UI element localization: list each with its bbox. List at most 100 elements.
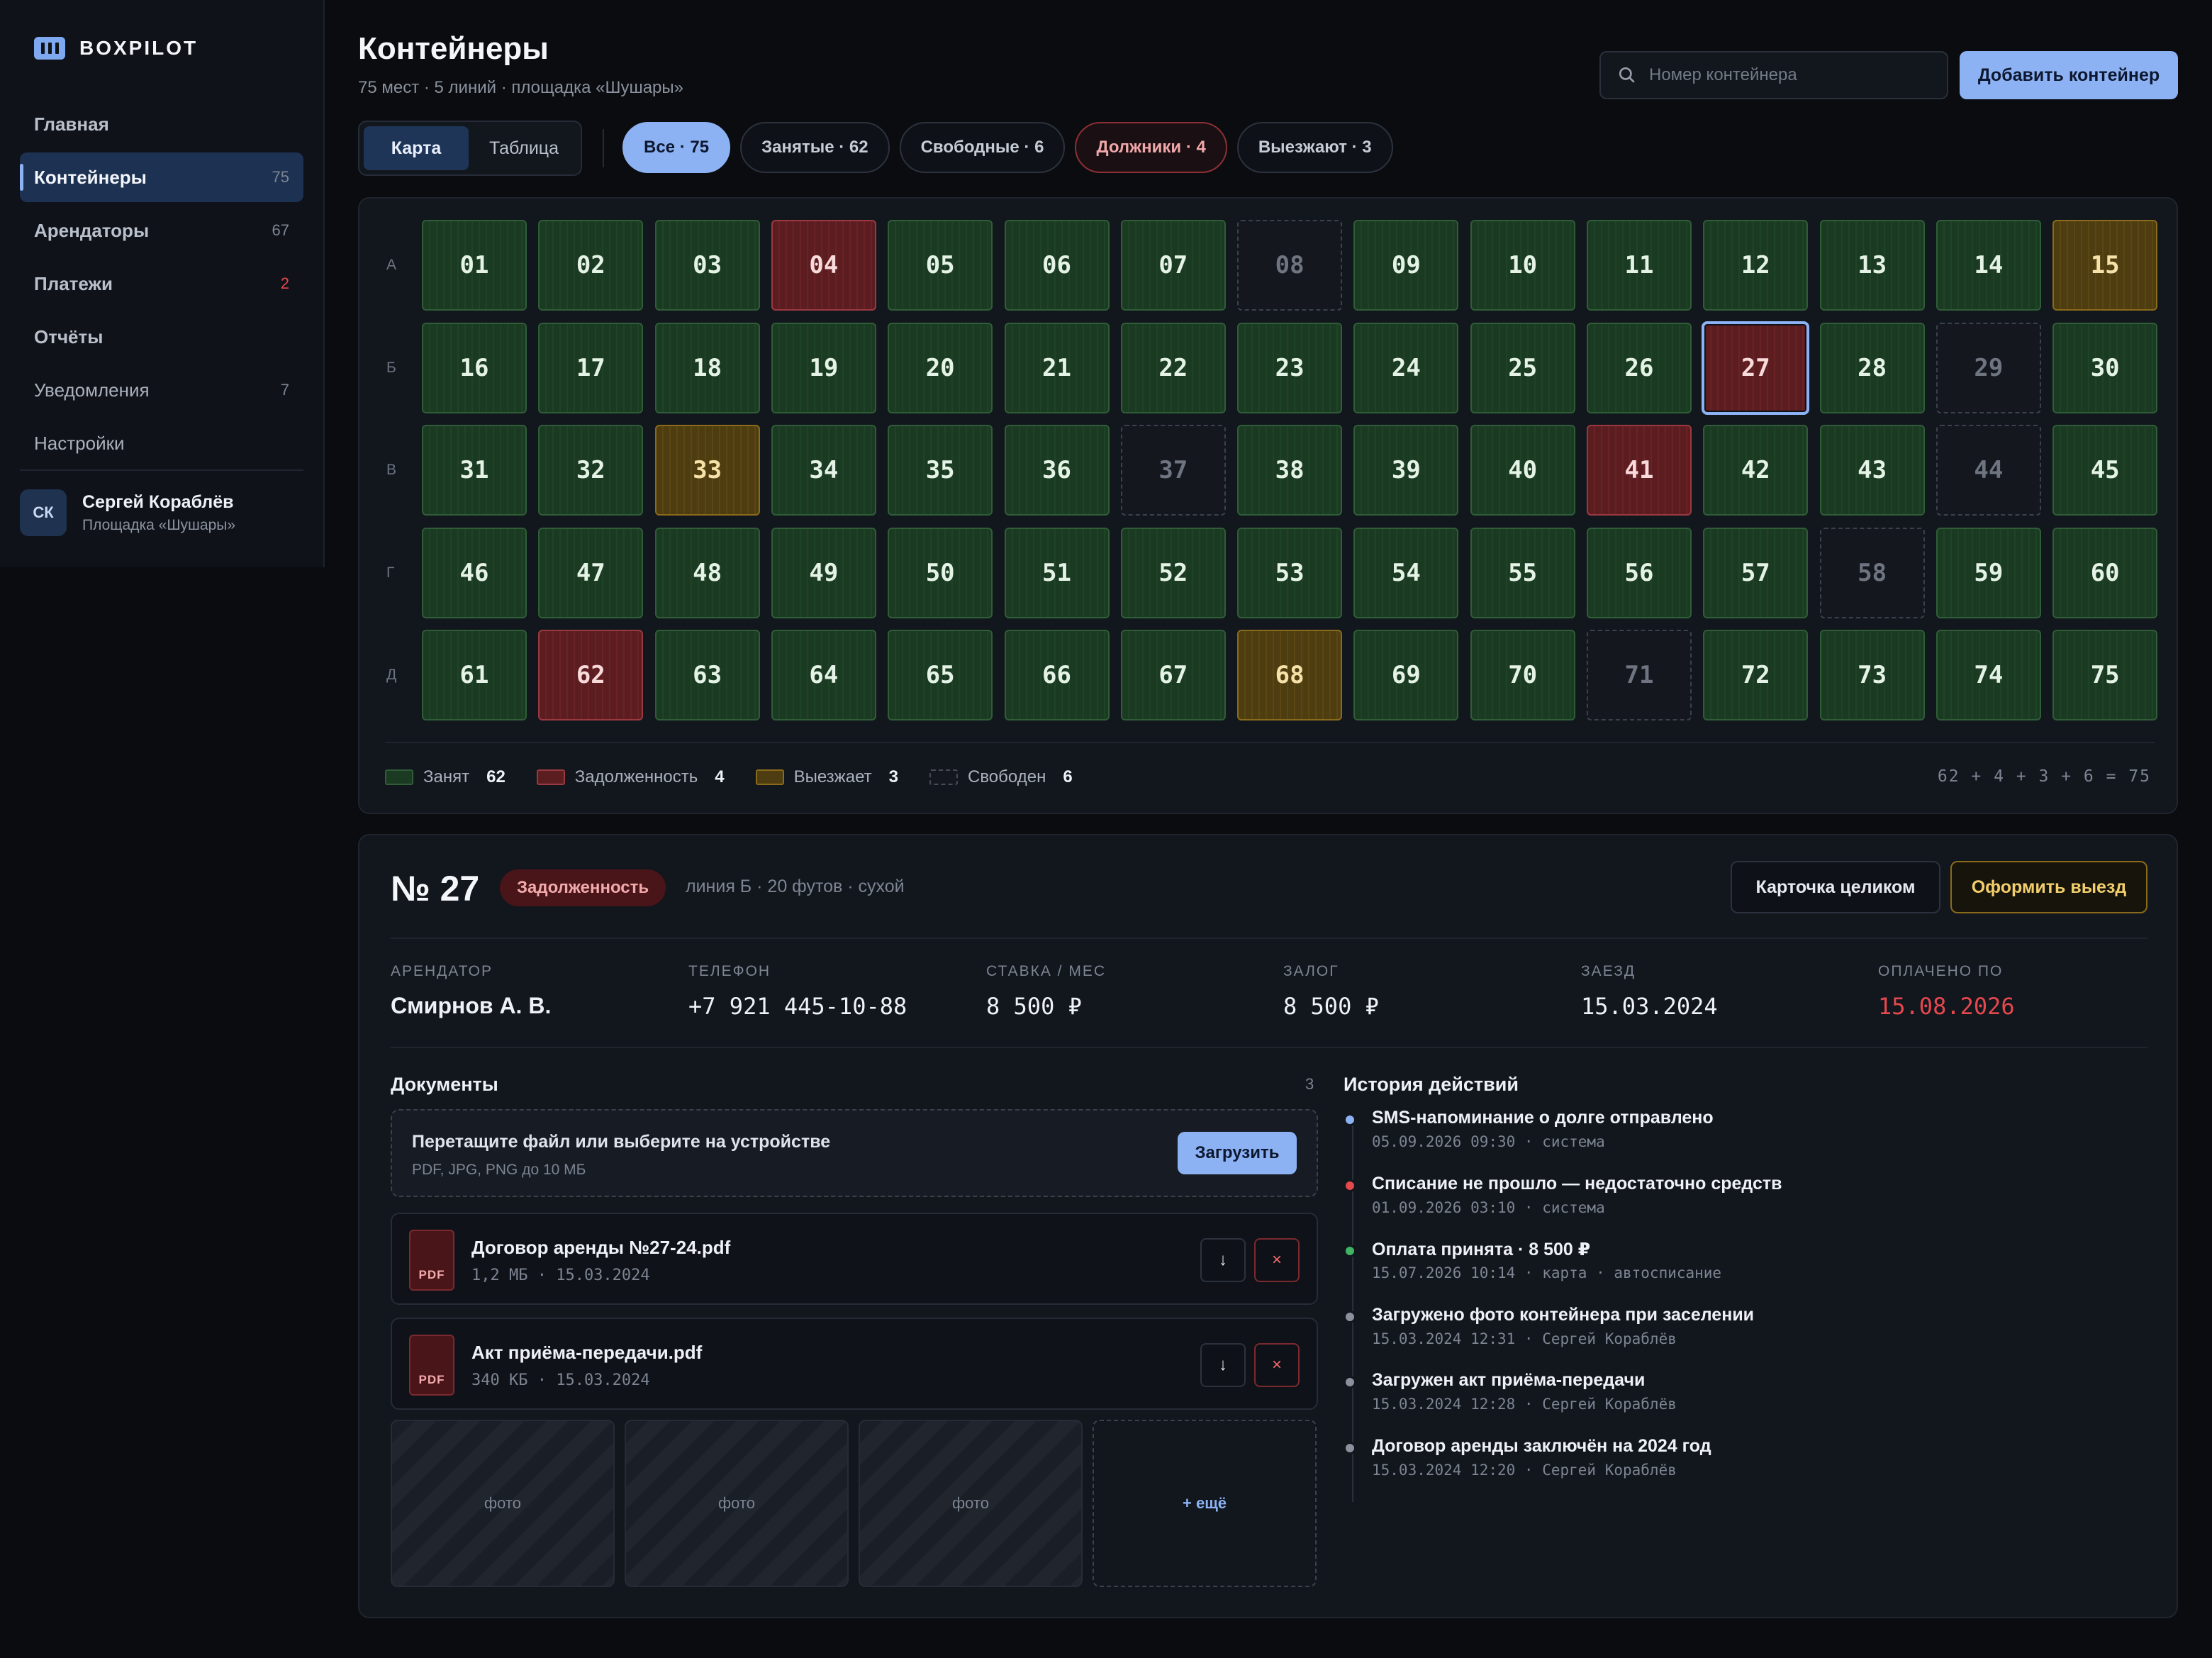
photo-thumbnail[interactable]: фото bbox=[391, 1420, 615, 1587]
container-cell[interactable]: 06 bbox=[1004, 220, 1110, 311]
container-cell[interactable]: 36 bbox=[1004, 425, 1110, 516]
sidebar-item-notifications[interactable]: Уведомления 7 bbox=[20, 365, 303, 415]
sidebar-item-payments[interactable]: Платежи 2 bbox=[20, 259, 303, 308]
container-cell[interactable]: 02 bbox=[538, 220, 644, 311]
container-cell[interactable]: 14 bbox=[1936, 220, 2041, 311]
add-container-button[interactable]: Добавить контейнер bbox=[1960, 51, 2178, 99]
filter-occupied[interactable]: Занятые · 62 bbox=[740, 122, 890, 173]
container-cell[interactable]: 56 bbox=[1587, 527, 1692, 618]
container-cell[interactable]: 48 bbox=[654, 527, 760, 618]
container-cell[interactable]: 17 bbox=[538, 322, 644, 413]
container-cell[interactable]: 32 bbox=[538, 425, 644, 516]
sidebar-item-tenants[interactable]: Арендаторы 67 bbox=[20, 206, 303, 255]
container-cell[interactable]: 45 bbox=[2052, 425, 2158, 516]
container-cell[interactable]: 09 bbox=[1353, 220, 1459, 311]
container-cell[interactable]: 29 bbox=[1936, 322, 2041, 413]
container-cell[interactable]: 25 bbox=[1470, 322, 1575, 413]
container-cell[interactable]: 65 bbox=[888, 630, 993, 720]
container-cell[interactable]: 12 bbox=[1703, 220, 1809, 311]
container-cell[interactable]: 11 bbox=[1587, 220, 1692, 311]
container-cell[interactable]: 68 bbox=[1237, 630, 1343, 720]
filter-all[interactable]: Все · 75 bbox=[622, 122, 731, 173]
container-cell[interactable]: 49 bbox=[771, 527, 876, 618]
sidebar-item-home[interactable]: Главная bbox=[20, 99, 303, 149]
container-cell[interactable]: 16 bbox=[422, 322, 527, 413]
brand[interactable]: BOXPILOT bbox=[34, 37, 198, 60]
container-cell[interactable]: 63 bbox=[654, 630, 760, 720]
container-cell[interactable]: 64 bbox=[771, 630, 876, 720]
container-cell[interactable]: 53 bbox=[1237, 527, 1343, 618]
container-cell[interactable]: 75 bbox=[2052, 630, 2158, 720]
container-cell[interactable]: 22 bbox=[1120, 322, 1226, 413]
container-cell[interactable]: 73 bbox=[1819, 630, 1925, 720]
container-cell[interactable]: 44 bbox=[1936, 425, 2041, 516]
photo-thumbnail[interactable]: фото bbox=[859, 1420, 1083, 1587]
container-cell[interactable]: 15 bbox=[2052, 220, 2158, 311]
container-cell[interactable]: 60 bbox=[2052, 527, 2158, 618]
filter-debtors[interactable]: Должники · 4 bbox=[1075, 122, 1227, 173]
sidebar-item-settings[interactable]: Настройки bbox=[20, 418, 303, 468]
container-cell[interactable]: 67 bbox=[1120, 630, 1226, 720]
view-map-button[interactable]: Карта bbox=[364, 126, 469, 170]
container-cell[interactable]: 31 bbox=[422, 425, 527, 516]
file-item[interactable]: PDF Акт приёма-передачи.pdf 340 КБ · 15.… bbox=[391, 1318, 1318, 1410]
sidebar-item-reports[interactable]: Отчёты bbox=[20, 312, 303, 362]
search-input[interactable] bbox=[1649, 65, 1933, 85]
container-cell[interactable]: 47 bbox=[538, 527, 644, 618]
download-button[interactable]: ↓ bbox=[1200, 1343, 1246, 1387]
container-cell[interactable]: 69 bbox=[1353, 630, 1459, 720]
more-photos-button[interactable]: + ещё bbox=[1093, 1420, 1317, 1587]
container-cell[interactable]: 33 bbox=[654, 425, 760, 516]
container-cell[interactable]: 41 bbox=[1587, 425, 1692, 516]
checkout-button[interactable]: Оформить выезд bbox=[1950, 861, 2147, 913]
container-cell[interactable]: 39 bbox=[1353, 425, 1459, 516]
download-button[interactable]: ↓ bbox=[1200, 1238, 1246, 1282]
filter-leaving[interactable]: Выезжают · 3 bbox=[1236, 122, 1393, 173]
file-item[interactable]: PDF Договор аренды №27-24.pdf 1,2 МБ · 1… bbox=[391, 1213, 1318, 1305]
container-cell[interactable]: 43 bbox=[1819, 425, 1925, 516]
delete-button[interactable]: × bbox=[1254, 1238, 1300, 1282]
container-cell[interactable]: 70 bbox=[1470, 630, 1575, 720]
container-cell[interactable]: 10 bbox=[1470, 220, 1575, 311]
container-cell[interactable]: 05 bbox=[888, 220, 993, 311]
container-cell[interactable]: 42 bbox=[1703, 425, 1809, 516]
container-cell[interactable]: 03 bbox=[654, 220, 760, 311]
delete-button[interactable]: × bbox=[1254, 1343, 1300, 1387]
container-cell[interactable]: 62 bbox=[538, 630, 644, 720]
container-cell[interactable]: 26 bbox=[1587, 322, 1692, 413]
container-cell[interactable]: 19 bbox=[771, 322, 876, 413]
user-profile[interactable]: СК Сергей Кораблёв Площадка «Шушары» bbox=[20, 489, 235, 536]
container-cell[interactable]: 72 bbox=[1703, 630, 1809, 720]
photo-thumbnail[interactable]: фото bbox=[625, 1420, 849, 1587]
view-table-button[interactable]: Таблица bbox=[471, 126, 576, 170]
container-cell[interactable]: 66 bbox=[1004, 630, 1110, 720]
container-cell[interactable]: 20 bbox=[888, 322, 993, 413]
container-cell[interactable]: 35 bbox=[888, 425, 993, 516]
field-value[interactable]: +7 921 445-10-88 bbox=[688, 993, 907, 1020]
container-cell[interactable]: 57 bbox=[1703, 527, 1809, 618]
file-name[interactable]: Договор аренды №27-24.pdf bbox=[471, 1237, 730, 1259]
container-cell[interactable]: 71 bbox=[1587, 630, 1692, 720]
container-cell[interactable]: 37 bbox=[1120, 425, 1226, 516]
sidebar-item-containers[interactable]: Контейнеры 75 bbox=[20, 152, 303, 202]
container-cell[interactable]: 08 bbox=[1237, 220, 1343, 311]
container-cell[interactable]: 07 bbox=[1120, 220, 1226, 311]
container-cell[interactable]: 52 bbox=[1120, 527, 1226, 618]
container-cell[interactable]: 18 bbox=[654, 322, 760, 413]
container-cell[interactable]: 27 bbox=[1702, 321, 1810, 415]
container-cell[interactable]: 51 bbox=[1004, 527, 1110, 618]
open-card-button[interactable]: Карточка целиком bbox=[1731, 861, 1940, 913]
container-cell[interactable]: 13 bbox=[1819, 220, 1925, 311]
container-cell[interactable]: 50 bbox=[888, 527, 993, 618]
container-cell[interactable]: 38 bbox=[1237, 425, 1343, 516]
upload-button[interactable]: Загрузить bbox=[1178, 1132, 1297, 1174]
container-cell[interactable]: 21 bbox=[1004, 322, 1110, 413]
container-cell[interactable]: 40 bbox=[1470, 425, 1575, 516]
container-cell[interactable]: 61 bbox=[422, 630, 527, 720]
container-cell[interactable]: 28 bbox=[1819, 322, 1925, 413]
container-cell[interactable]: 34 bbox=[771, 425, 876, 516]
upload-dropzone[interactable]: Перетащите файл или выберите на устройст… bbox=[391, 1109, 1318, 1197]
container-cell[interactable]: 46 bbox=[422, 527, 527, 618]
container-cell[interactable]: 23 bbox=[1237, 322, 1343, 413]
container-cell[interactable]: 74 bbox=[1936, 630, 2041, 720]
